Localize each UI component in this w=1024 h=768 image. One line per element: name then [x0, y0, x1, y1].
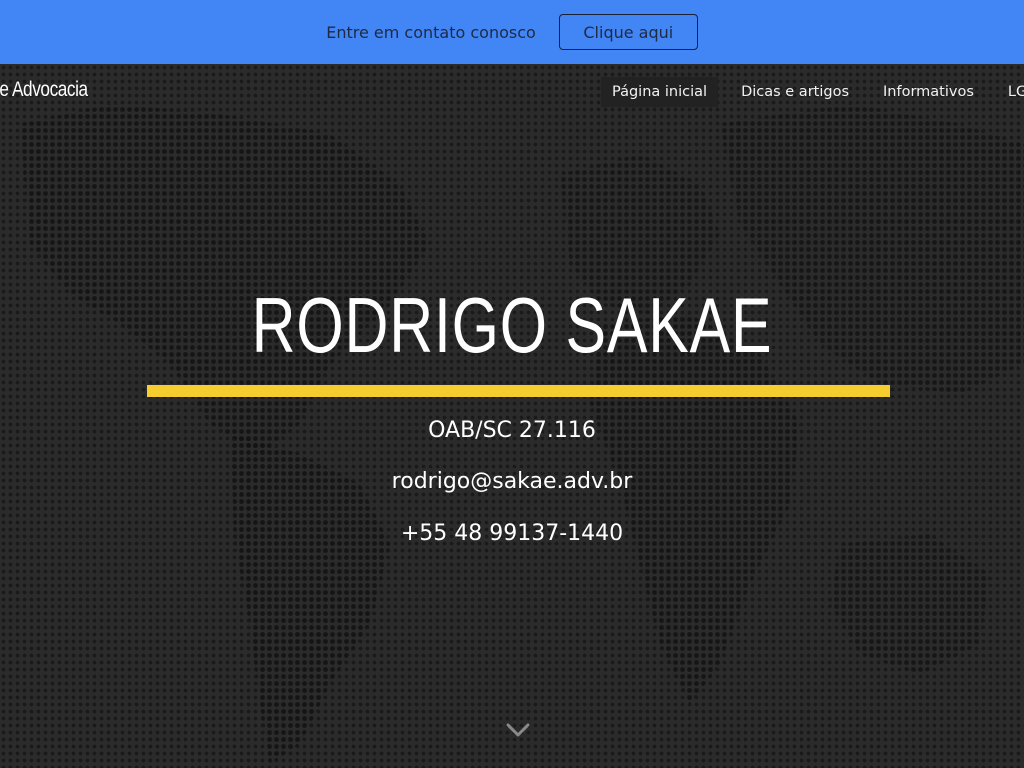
hero-content: RODRIGO SAKAE OAB/SC 27.116 rodrigo@saka…	[0, 64, 1024, 768]
chevron-down-icon[interactable]	[505, 720, 531, 740]
nav-item-news[interactable]: Informativos	[872, 77, 985, 107]
nav-item-home[interactable]: Página inicial	[601, 77, 719, 107]
announcement-bar: Entre em contato conosco Clique aqui	[0, 0, 1024, 64]
contact-email: rodrigo@sakae.adv.br	[391, 469, 633, 494]
site-brand[interactable]: kae Advocacia	[0, 78, 88, 102]
nav-item-articles[interactable]: Dicas e artigos	[730, 77, 860, 107]
hero-section: RODRIGO SAKAE OAB/SC 27.116 rodrigo@saka…	[0, 64, 1024, 768]
contact-phone: +55 48 99137-1440	[400, 521, 624, 546]
oab-registration: OAB/SC 27.116	[428, 418, 596, 443]
nav-item-lgpd[interactable]: LG	[997, 77, 1024, 107]
title-underline	[147, 385, 890, 397]
nav-links: Página inicial Dicas e artigos Informati…	[601, 77, 1024, 107]
announcement-text: Entre em contato conosco	[326, 22, 536, 42]
contact-button[interactable]: Clique aqui	[558, 14, 698, 50]
main-navbar: kae Advocacia Página inicial Dicas e art…	[0, 64, 1024, 120]
hero-title: RODRIGO SAKAE	[251, 281, 773, 369]
